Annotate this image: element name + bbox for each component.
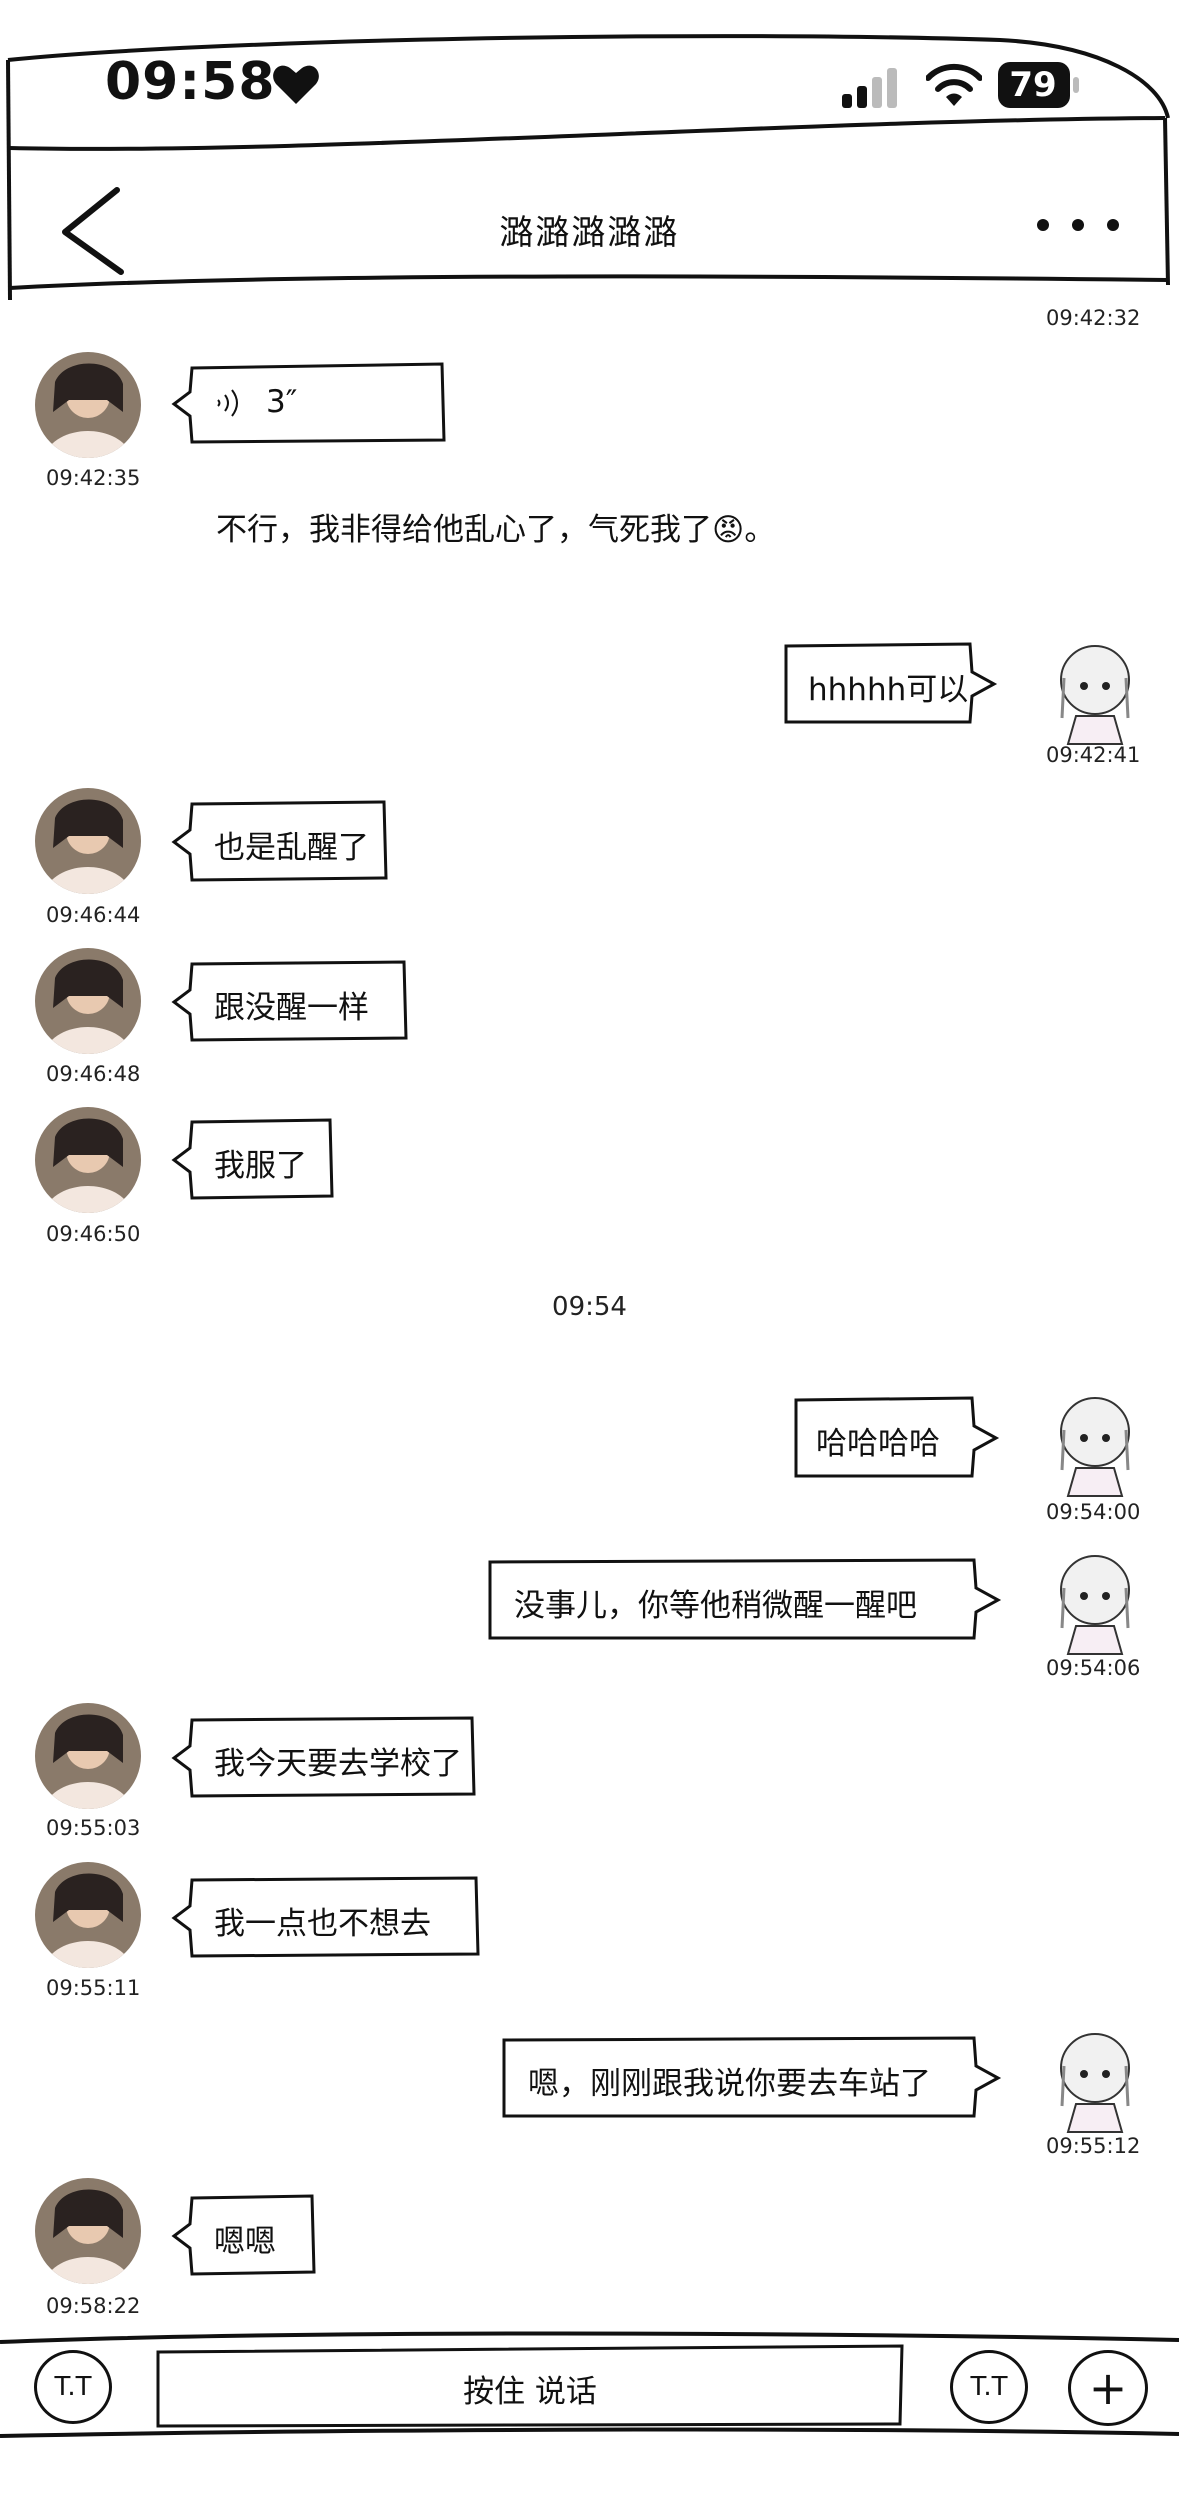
message-time: 09:55:12 [1046, 2134, 1141, 2158]
message-time: 09:58:22 [46, 2294, 141, 2318]
emoji-face-label: T.T [54, 2372, 92, 2402]
avatar[interactable] [35, 1703, 141, 1809]
battery-level: 79 [1009, 65, 1057, 105]
avatar[interactable] [35, 788, 141, 894]
message-text: 我一点也不想去 [214, 1906, 431, 1942]
emoji-button-right[interactable]: T.T [950, 2350, 1028, 2424]
voice-message[interactable]: 3″ [170, 362, 448, 444]
message-text: 没事儿，你等他稍微醒一醒吧 [514, 1588, 917, 1624]
emoji-face-label: T.T [970, 2372, 1008, 2402]
voice-duration: 3″ [266, 384, 298, 420]
message-text: 嗯，刚刚跟我说你要去车站了 [528, 2066, 931, 2102]
message-bubble[interactable]: 也是乱醒了 [170, 800, 390, 882]
message-time: 09:54:00 [1046, 1500, 1141, 1524]
status-bar: 09:58 79 [0, 0, 1179, 140]
message-time: 09:55:03 [46, 1816, 141, 1840]
message-bubble[interactable]: 嗯，刚刚跟我说你要去车站了 [498, 2036, 1004, 2118]
message-bubble[interactable]: 我服了 [170, 1118, 336, 1200]
emoji-button-left[interactable]: T.T [34, 2350, 112, 2424]
message-time: 09:46:48 [46, 1062, 141, 1086]
message-time: 09:46:44 [46, 903, 141, 927]
message-time: 09:42:32 [1046, 306, 1141, 330]
signal-icon [842, 68, 897, 108]
hold-to-talk-button[interactable]: 按住 说话 [156, 2342, 904, 2428]
message-time: 09:54:06 [1046, 1656, 1141, 1680]
voice-wave-icon [217, 389, 238, 417]
message-text: 我今天要去学校了 [214, 1746, 462, 1782]
sticker-avatar[interactable] [1042, 1548, 1148, 1658]
message-bubble[interactable]: 我今天要去学校了 [170, 1716, 478, 1798]
message-text: 跟没醒一样 [214, 990, 369, 1026]
voice-transcript: 不行，我非得给他乱心了，气死我了😡。 [216, 512, 776, 548]
message-text: hhhhh可以 [808, 672, 969, 708]
avatar[interactable] [35, 948, 141, 1054]
message-time: 09:42:41 [1046, 743, 1141, 767]
avatar[interactable] [35, 352, 141, 458]
more-icon[interactable] [1028, 205, 1128, 245]
chat-title: 潞潞潞潞潞 [499, 213, 680, 253]
sticker-avatar[interactable] [1042, 1390, 1148, 1500]
message-time: 09:46:50 [46, 1222, 141, 1246]
avatar[interactable] [35, 2178, 141, 2284]
heart-icon [273, 65, 319, 104]
message-text: 哈哈哈哈 [816, 1426, 940, 1462]
message-bubble[interactable]: 嗯嗯 [170, 2194, 318, 2276]
avatar[interactable] [35, 1862, 141, 1968]
message-time: 09:55:11 [46, 1976, 141, 2000]
time-divider: 09:54 [552, 1292, 627, 1322]
message-bubble[interactable]: 哈哈哈哈 [790, 1396, 1000, 1478]
sticker-avatar[interactable] [1042, 2026, 1148, 2136]
message-text: 也是乱醒了 [214, 830, 369, 866]
add-button[interactable]: + [1068, 2350, 1148, 2426]
hold-to-talk-label: 按住 说话 [463, 2374, 597, 2410]
sticker-avatar[interactable] [1042, 638, 1148, 748]
wifi-icon [926, 63, 982, 106]
message-bubble[interactable]: 我一点也不想去 [170, 1876, 482, 1958]
message-text: 嗯嗯 [214, 2224, 276, 2260]
message-bubble[interactable]: hhhhh可以 [780, 642, 998, 724]
message-bubble[interactable]: 没事儿，你等他稍微醒一醒吧 [484, 1558, 1004, 1640]
status-time: 09:58 [105, 52, 276, 112]
plus-icon: + [1088, 2361, 1128, 2415]
message-bubble[interactable]: 跟没醒一样 [170, 960, 410, 1042]
message-time: 09:42:35 [46, 466, 141, 490]
input-bar: T.T 按住 说话 T.T + [0, 2320, 1179, 2516]
message-text: 我服了 [214, 1148, 307, 1184]
avatar[interactable] [35, 1107, 141, 1213]
